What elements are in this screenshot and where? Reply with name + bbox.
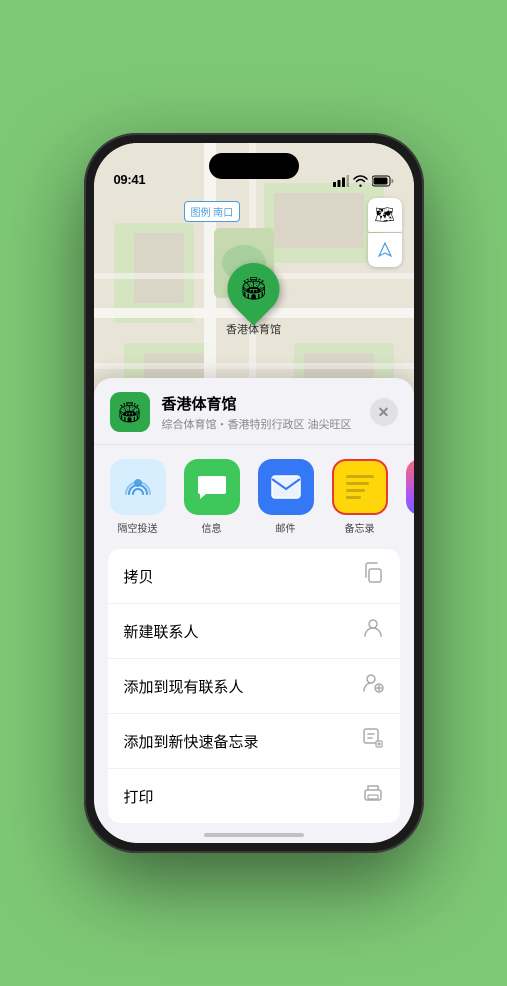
location-arrow-icon: [377, 242, 393, 258]
wifi-icon: [353, 175, 368, 187]
notes-lines: [340, 467, 380, 507]
note-icon: [362, 727, 384, 755]
map-view-btn[interactable]: 🗺: [368, 198, 402, 232]
airdrop-label: 隔空投送: [118, 520, 158, 535]
bottom-sheet: 🏟 香港体育馆 综合体育馆・香港特别行政区 油尖旺区 ✕: [94, 378, 414, 843]
map-pin: 🏟 香港体育馆: [226, 263, 281, 337]
person-icon: [362, 617, 384, 645]
home-indicator: [204, 833, 304, 837]
action-item-print[interactable]: 打印: [108, 769, 400, 823]
status-time: 09:41: [114, 172, 146, 187]
map-btn-group: 🗺: [368, 198, 402, 267]
action-item-quick-note[interactable]: 添加到新快速备忘录: [108, 714, 400, 769]
print-icon: [362, 782, 384, 810]
map-location-label: 图例 南口: [184, 201, 241, 222]
close-button[interactable]: ✕: [370, 398, 398, 426]
venue-info: 香港体育馆 综合体育馆・香港特别行政区 油尖旺区: [162, 393, 370, 432]
sheet-header: 🏟 香港体育馆 综合体育馆・香港特别行政区 油尖旺区 ✕: [94, 378, 414, 445]
mail-icon: [270, 474, 302, 500]
venue-name: 香港体育馆: [162, 393, 370, 414]
notes-icon-wrap: [332, 459, 388, 515]
airdrop-icon-wrap: [110, 459, 166, 515]
share-item-messages[interactable]: 信息: [178, 459, 246, 535]
copy-icon: [362, 562, 384, 590]
share-item-mail[interactable]: 邮件: [252, 459, 320, 535]
action-copy-label: 拷贝: [124, 566, 154, 587]
more-icon-wrap: [406, 459, 414, 515]
notes-line-4: [346, 496, 361, 499]
action-item-new-contact[interactable]: 新建联系人: [108, 604, 400, 659]
messages-icon: [196, 472, 228, 502]
share-item-more[interactable]: 提: [400, 459, 414, 535]
status-icons: [333, 175, 394, 187]
pin-circle: 🏟: [217, 252, 291, 326]
venue-icon-emoji: 🏟: [117, 400, 142, 425]
share-item-notes[interactable]: 备忘录: [326, 459, 394, 535]
map-label-prefix: 图例: [191, 208, 211, 219]
map-label-text: 南口: [213, 208, 233, 219]
map-location-btn[interactable]: [368, 233, 402, 267]
share-item-airdrop[interactable]: 隔空投送: [104, 459, 172, 535]
messages-icon-wrap: [184, 459, 240, 515]
share-row: 隔空投送 信息: [94, 445, 414, 541]
venue-icon: 🏟: [110, 392, 150, 432]
notes-line-2: [346, 482, 370, 485]
action-item-add-contact[interactable]: 添加到现有联系人: [108, 659, 400, 714]
signal-icon: [333, 175, 349, 187]
notes-line-3: [346, 489, 366, 492]
venue-desc: 综合体育馆・香港特别行政区 油尖旺区: [162, 416, 370, 432]
action-list: 拷贝 新建联系人: [108, 549, 400, 823]
notes-line-1: [346, 475, 374, 478]
action-item-copy[interactable]: 拷贝: [108, 549, 400, 604]
action-print-label: 打印: [124, 786, 154, 807]
dynamic-island: [209, 153, 299, 179]
battery-icon: [372, 175, 394, 187]
airdrop-icon: [123, 472, 153, 502]
phone-screen: 09:41: [94, 143, 414, 843]
mail-icon-wrap: [258, 459, 314, 515]
notes-label: 备忘录: [345, 520, 375, 535]
mail-label: 邮件: [276, 520, 296, 535]
person-add-icon: [362, 672, 384, 700]
messages-label: 信息: [202, 520, 222, 535]
action-quick-note-label: 添加到新快速备忘录: [124, 731, 259, 752]
action-new-contact-label: 新建联系人: [124, 621, 199, 642]
phone-frame: 09:41: [84, 133, 424, 853]
pin-icon: 🏟: [240, 276, 268, 302]
action-add-contact-label: 添加到现有联系人: [124, 676, 244, 697]
